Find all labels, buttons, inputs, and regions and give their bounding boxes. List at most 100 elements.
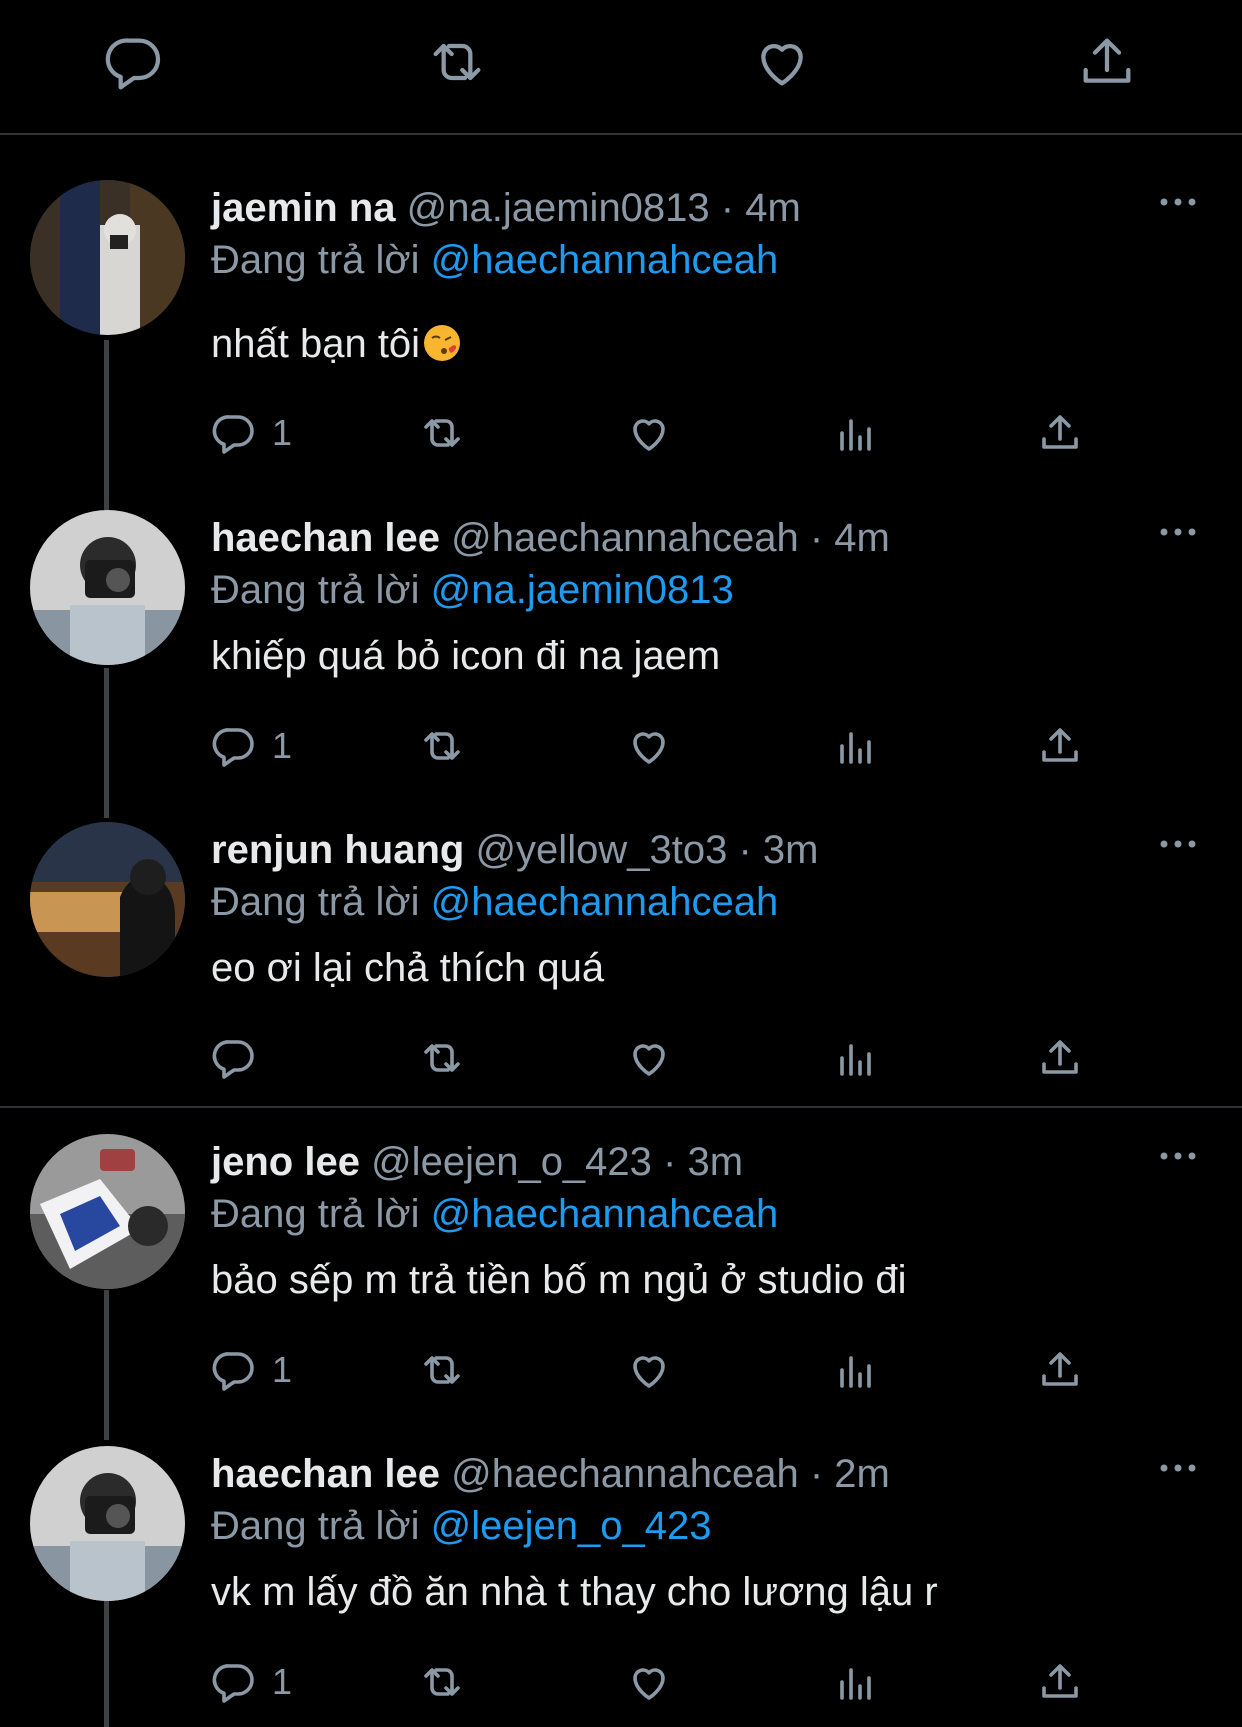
retweet-button[interactable]	[418, 1342, 466, 1398]
like-icon	[633, 1356, 665, 1388]
replying-label: Đang trả lời	[211, 238, 420, 282]
reply-text: nhất bạn tôi	[211, 320, 462, 368]
main-tweet-actions	[0, 0, 1242, 135]
share-button[interactable]	[1036, 1030, 1084, 1086]
reply-count: 1	[272, 725, 293, 766]
reply-item[interactable]: jaemin na @na.jaemin0813 · 4m Đang trả l…	[0, 180, 1242, 480]
kissing-heart-emoji-icon	[422, 323, 462, 363]
conversation-divider	[0, 1106, 1242, 1108]
reply-icon	[212, 1040, 254, 1079]
replying-label: Đang trả lời	[211, 1504, 420, 1548]
share-icon	[1042, 728, 1078, 762]
analytics-button[interactable]	[832, 1654, 880, 1710]
like-icon[interactable]	[750, 30, 814, 94]
like-button[interactable]	[625, 405, 673, 461]
retweet-button[interactable]	[418, 1654, 466, 1710]
avatar[interactable]	[30, 822, 185, 977]
mention-link[interactable]: @haechannahceah	[431, 1192, 779, 1236]
reply-actions: 1	[0, 1654, 1242, 1710]
timestamp: 4m	[745, 186, 801, 230]
reply-item[interactable]: renjun huang @yellow_3to3 · 3m Đang trả …	[0, 822, 1242, 1102]
analytics-button[interactable]	[832, 1030, 880, 1086]
like-icon	[633, 1668, 665, 1700]
like-button[interactable]	[625, 1654, 673, 1710]
share-button[interactable]	[1036, 405, 1084, 461]
reply-item[interactable]: jeno lee @leejen_o_423 · 3m Đang trả lời…	[0, 1134, 1242, 1414]
reply-count: 1	[272, 1661, 293, 1702]
reply-actions: 1	[0, 405, 1242, 461]
timestamp: 4m	[834, 516, 890, 560]
display-name[interactable]: renjun huang	[211, 828, 464, 872]
retweet-icon	[424, 1356, 460, 1384]
analytics-icon	[840, 1044, 871, 1076]
avatar[interactable]	[30, 1446, 185, 1601]
mention-link[interactable]: @leejen_o_423	[431, 1504, 712, 1548]
avatar[interactable]	[30, 180, 185, 335]
avatar[interactable]	[30, 1134, 185, 1289]
display-name[interactable]: haechan lee	[211, 1452, 440, 1496]
more-options-icon[interactable]	[1158, 1144, 1198, 1168]
reply-text: eo ơi lại chả thích quá	[211, 946, 605, 990]
user-handle[interactable]: @haechannahceah	[451, 1452, 799, 1496]
more-options-icon[interactable]	[1158, 832, 1198, 856]
reply-text: vk m lấy đồ ăn nhà t thay cho lương lậu …	[211, 1570, 938, 1614]
share-icon	[1042, 415, 1078, 449]
reply-icon	[212, 1664, 254, 1703]
retweet-button[interactable]	[418, 718, 466, 774]
reply-button[interactable]: 1	[210, 1654, 292, 1710]
user-handle[interactable]: @leejen_o_423	[371, 1140, 652, 1184]
analytics-button[interactable]	[832, 718, 880, 774]
retweet-icon	[424, 419, 460, 447]
user-handle[interactable]: @haechannahceah	[451, 516, 799, 560]
reply-icon	[212, 415, 254, 454]
analytics-button[interactable]	[832, 1342, 880, 1398]
reply-button[interactable]: 1	[210, 718, 292, 774]
like-icon	[633, 732, 665, 764]
share-button[interactable]	[1036, 718, 1084, 774]
more-options-icon[interactable]	[1158, 190, 1198, 214]
more-options-icon[interactable]	[1158, 1456, 1198, 1480]
display-name[interactable]: jaemin na	[211, 186, 396, 230]
separator-dot: ·	[809, 516, 824, 560]
reply-button[interactable]: 1	[210, 405, 292, 461]
like-button[interactable]	[625, 718, 673, 774]
reply-count: 1	[272, 1349, 293, 1390]
reply-header: renjun huang @yellow_3to3 · 3m	[211, 826, 818, 874]
more-options-icon[interactable]	[1158, 520, 1198, 544]
retweet-button[interactable]	[418, 405, 466, 461]
reply-button[interactable]: 1	[210, 1342, 292, 1398]
user-handle[interactable]: @na.jaemin0813	[407, 186, 710, 230]
timestamp: 2m	[834, 1452, 890, 1496]
like-button[interactable]	[625, 1342, 673, 1398]
display-name[interactable]: haechan lee	[211, 516, 440, 560]
retweet-icon[interactable]	[425, 30, 489, 94]
display-name[interactable]: jeno lee	[211, 1140, 360, 1184]
user-handle[interactable]: @yellow_3to3	[475, 828, 727, 872]
reply-text: khiếp quá bỏ icon đi na jaem	[211, 634, 721, 678]
mention-link[interactable]: @haechannahceah	[431, 238, 779, 282]
retweet-icon	[424, 1044, 460, 1072]
share-icon	[1042, 1664, 1078, 1698]
like-icon	[633, 419, 665, 451]
reply-count: 1	[272, 412, 293, 453]
like-button[interactable]	[625, 1030, 673, 1086]
timestamp: 3m	[762, 828, 819, 872]
retweet-button[interactable]	[418, 1030, 466, 1086]
replying-to: Đang trả lời @leejen_o_423	[211, 1502, 712, 1550]
reply-icon	[212, 1352, 254, 1391]
mention-link[interactable]: @haechannahceah	[431, 880, 779, 924]
share-button[interactable]	[1036, 1654, 1084, 1710]
mention-link[interactable]: @na.jaemin0813	[431, 568, 734, 612]
analytics-icon	[840, 732, 871, 764]
reply-icon[interactable]	[102, 30, 166, 94]
reply-header: jeno lee @leejen_o_423 · 3m	[211, 1138, 743, 1186]
share-icon	[1042, 1040, 1078, 1074]
reply-button[interactable]	[210, 1030, 272, 1086]
avatar[interactable]	[30, 510, 185, 665]
reply-item[interactable]: haechan lee @haechannahceah · 2m Đang tr…	[0, 1446, 1242, 1727]
analytics-button[interactable]	[832, 405, 880, 461]
reply-item[interactable]: haechan lee @haechannahceah · 4m Đang tr…	[0, 510, 1242, 790]
replying-to: Đang trả lời @haechannahceah	[211, 1190, 778, 1238]
share-icon[interactable]	[1075, 30, 1139, 94]
share-button[interactable]	[1036, 1342, 1084, 1398]
